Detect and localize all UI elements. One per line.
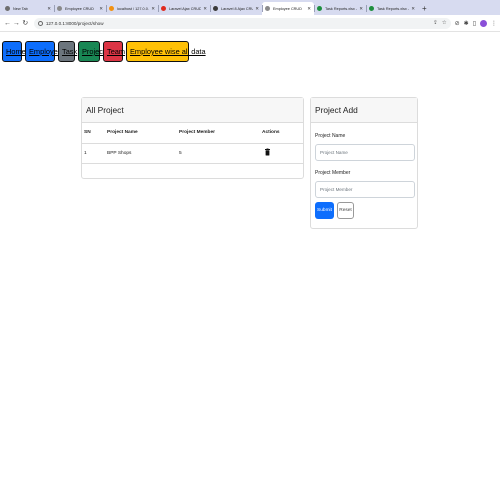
tab-favicon-icon: [213, 6, 218, 11]
browser-tab[interactable]: Task Reports.xlsx - Google...✕: [366, 2, 418, 15]
browser-tab[interactable]: Task Reports.xlsx - Google...✕: [314, 2, 366, 15]
tab-favicon-icon: [57, 6, 62, 11]
tab-close-icon[interactable]: ✕: [307, 6, 311, 12]
forward-arrow-icon[interactable]: →: [12, 20, 21, 27]
column-header-project-name: Project Name: [105, 123, 177, 144]
tab-close-icon[interactable]: ✕: [151, 6, 155, 12]
trash-icon[interactable]: [265, 148, 270, 156]
menu-kebab-icon[interactable]: ⋮: [491, 20, 497, 27]
share-icon[interactable]: ⇪: [433, 20, 438, 26]
tab-close-icon[interactable]: ✕: [47, 6, 51, 12]
project-list-title: All Project: [82, 98, 303, 123]
tab-favicon-icon: [109, 6, 114, 11]
side-panel-icon[interactable]: ▯: [473, 20, 476, 27]
tab-favicon-icon: [369, 6, 374, 11]
tab-close-icon[interactable]: ✕: [203, 6, 207, 12]
tab-close-icon[interactable]: ✕: [255, 6, 259, 12]
column-header-actions: Actions: [260, 123, 303, 144]
nav-home-link[interactable]: Home: [2, 41, 26, 62]
project-table: SN Project Name Project Member Actions 1…: [82, 123, 303, 164]
nav-task-link[interactable]: Task: [58, 41, 77, 62]
form-buttons: Submit Reset: [315, 202, 413, 219]
cell-sn: 1: [82, 143, 105, 164]
nav-employee-link[interactable]: Employee: [25, 41, 62, 62]
address-bar-url: 127.0.0.1:8000/project/show: [45, 20, 104, 26]
browser-tab[interactable]: New Tab ✕: [2, 2, 54, 15]
browser-tab[interactable]: Laravel 8 Ajax CRUD with...✕: [210, 2, 262, 15]
cell-project-member: 5: [177, 143, 260, 164]
browser-tab[interactable]: Laravel Ajax CRUD Tutorial...✕: [158, 2, 210, 15]
browser-tab[interactable]: localhost / 127.0.0.1 / 23...✕: [106, 2, 158, 15]
browser-toolbar: ← → ↻ 127.0.0.1:8000/project/show ⇪ ☆ ⊘ …: [0, 15, 500, 32]
nav-employee-wise-link[interactable]: Employee wise all data: [126, 41, 206, 62]
profile-avatar[interactable]: [480, 19, 488, 27]
browser-tab-strip: New Tab ✕ Employee CRUD ✕ localhost / 127.…: [0, 0, 500, 15]
tab-close-icon[interactable]: ✕: [359, 6, 363, 12]
browser-tab[interactable]: Employee CRUD ✕: [54, 2, 106, 15]
tab-favicon-icon: [317, 6, 322, 11]
project-add-title: Project Add: [311, 98, 417, 123]
new-tab-plus-icon[interactable]: +: [418, 2, 431, 15]
table-header-row: SN Project Name Project Member Actions: [82, 123, 303, 144]
project-member-label: Project Member: [315, 170, 351, 176]
table-row: 1 BPP Shops 5: [82, 143, 303, 164]
page-nav: Home Employee Task Project Team Employee…: [2, 41, 206, 62]
column-header-project-member: Project Member: [177, 123, 260, 144]
project-name-label: Project Name: [315, 133, 346, 139]
back-arrow-icon[interactable]: ←: [3, 20, 12, 27]
tab-close-icon[interactable]: ✕: [411, 6, 415, 12]
project-add-card: Project Add Project Name Project Name Pr…: [310, 97, 418, 229]
project-add-form: Project Name Project Name Project Member…: [311, 133, 417, 219]
reset-button[interactable]: Reset: [337, 202, 354, 219]
project-name-input[interactable]: Project Name: [315, 144, 415, 161]
browser-tab-active[interactable]: Employee CRUD ✕: [262, 2, 314, 15]
address-bar[interactable]: 127.0.0.1:8000/project/show ⇪ ☆: [33, 17, 451, 29]
puzzle-extensions-icon[interactable]: ✱: [464, 20, 469, 27]
cell-actions: [260, 143, 303, 164]
column-header-sn: SN: [82, 123, 105, 144]
tab-close-icon[interactable]: ✕: [99, 6, 103, 12]
site-info-icon[interactable]: [37, 20, 43, 26]
nav-team-link[interactable]: Team: [103, 41, 125, 62]
project-member-input[interactable]: Project Member: [315, 181, 415, 198]
tab-favicon-icon: [265, 6, 270, 11]
nav-project-link[interactable]: Project: [78, 41, 105, 62]
tab-favicon-icon: [161, 6, 166, 11]
project-list-card: All Project SN Project Name Project Memb…: [81, 97, 304, 179]
cell-project-name: BPP Shops: [105, 143, 177, 164]
reload-icon[interactable]: ↻: [21, 19, 30, 27]
bookmark-star-icon[interactable]: ☆: [442, 20, 447, 26]
extension-icon[interactable]: ⊘: [455, 20, 460, 27]
submit-button[interactable]: Submit: [315, 202, 334, 219]
tab-favicon-icon: [5, 6, 10, 11]
